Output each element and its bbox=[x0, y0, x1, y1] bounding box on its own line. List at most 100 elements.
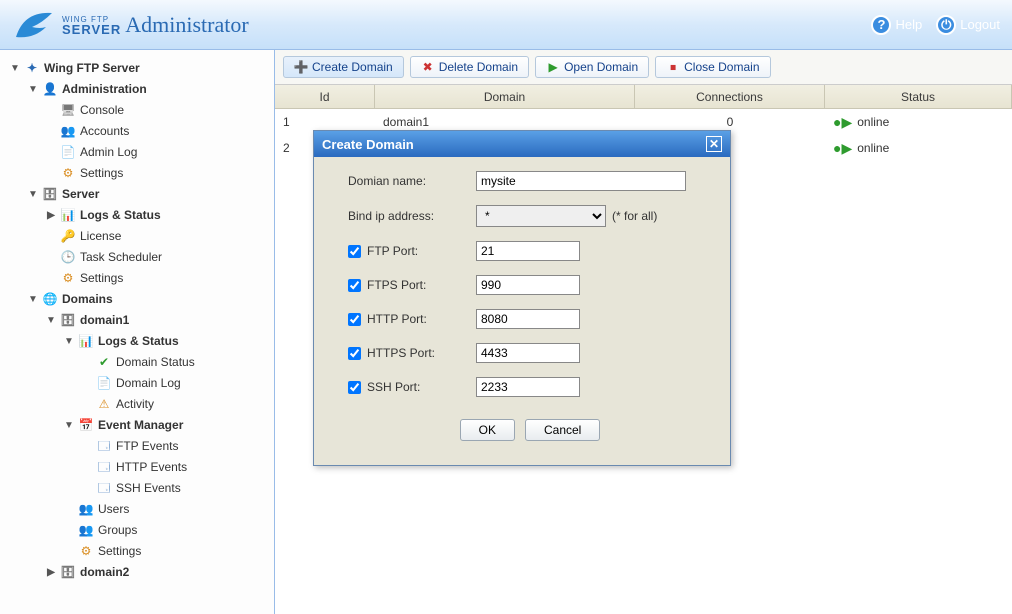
https-port-checkbox[interactable] bbox=[348, 347, 361, 360]
http-port-input[interactable] bbox=[476, 309, 580, 329]
ftp-port-checkbox[interactable] bbox=[348, 245, 361, 258]
tree-license[interactable]: 🔑License bbox=[46, 226, 270, 247]
tree-domain-status-label: Domain Status bbox=[116, 353, 195, 372]
ftps-port-checkbox[interactable] bbox=[348, 279, 361, 292]
open-domain-label: Open Domain bbox=[564, 60, 638, 74]
tree-users-label: Users bbox=[98, 500, 129, 519]
help-button[interactable]: ? Help bbox=[871, 15, 922, 35]
tree-administration[interactable]: ▼👤Administration bbox=[28, 79, 270, 100]
grid-header: Id Domain Connections Status bbox=[275, 85, 1012, 109]
col-status-header[interactable]: Status bbox=[825, 85, 1012, 108]
https-port-input[interactable] bbox=[476, 343, 580, 363]
tree-task-scheduler[interactable]: 🕒Task Scheduler bbox=[46, 247, 270, 268]
tree-d1-settings[interactable]: ⚙Settings bbox=[64, 541, 270, 562]
tree-accounts[interactable]: 👥Accounts bbox=[46, 121, 270, 142]
tree-event-manager[interactable]: ▼📅Event Manager bbox=[64, 415, 270, 436]
main-panel: ➕ Create Domain ✖ Delete Domain ▶ Open Doma… bbox=[275, 50, 1012, 614]
console-icon: 🖥 bbox=[60, 103, 76, 119]
open-domain-button[interactable]: ▶ Open Domain bbox=[535, 56, 649, 78]
scheduler-icon: 🕒 bbox=[60, 250, 76, 266]
tree-server[interactable]: ▼🗄Server bbox=[28, 184, 270, 205]
create-domain-button[interactable]: ➕ Create Domain bbox=[283, 56, 404, 78]
tree-ftp-events-label: FTP Events bbox=[116, 437, 178, 456]
tree-domain-status[interactable]: ✔Domain Status bbox=[82, 352, 270, 373]
ftps-port-label: FTPS Port: bbox=[367, 278, 426, 292]
tree-server-logs-label: Logs & Status bbox=[80, 206, 161, 225]
tree-domain1-label: domain1 bbox=[80, 311, 129, 330]
col-domain-header[interactable]: Domain bbox=[375, 85, 635, 108]
dialog-close-button[interactable]: ✕ bbox=[706, 136, 722, 152]
cell-status-text: online bbox=[857, 115, 889, 129]
log-icon: 📄 bbox=[60, 145, 76, 161]
tree-domains[interactable]: ▼🌐Domains bbox=[28, 289, 270, 310]
domain-name-input[interactable] bbox=[476, 171, 686, 191]
tree-event-manager-label: Event Manager bbox=[98, 416, 183, 435]
tree-admin-log[interactable]: 📄Admin Log bbox=[46, 142, 270, 163]
tree-ssh-events-label: SSH Events bbox=[116, 479, 181, 498]
tree-groups[interactable]: 👥Groups bbox=[64, 520, 270, 541]
close-icon: ✕ bbox=[709, 137, 719, 151]
bind-ip-select[interactable]: * bbox=[476, 205, 606, 227]
tree-admin-settings[interactable]: ⚙Settings bbox=[46, 163, 270, 184]
dialog-titlebar[interactable]: Create Domain ✕ bbox=[314, 131, 730, 157]
window-icon: 🗔 bbox=[96, 439, 112, 455]
tree-http-events[interactable]: 🗔HTTP Events bbox=[82, 457, 270, 478]
tree-server-settings[interactable]: ⚙Settings bbox=[46, 268, 270, 289]
dialog-body: Domian name: Bind ip address: * (* for a… bbox=[314, 157, 730, 465]
tree-domain2[interactable]: ▶🗄domain2 bbox=[46, 562, 270, 583]
ok-button[interactable]: OK bbox=[460, 419, 515, 441]
delete-domain-label: Delete Domain bbox=[439, 60, 518, 74]
bind-ip-label: Bind ip address: bbox=[348, 209, 476, 223]
tree-server-logs[interactable]: ▶📊Logs & Status bbox=[46, 205, 270, 226]
domain-toolbar: ➕ Create Domain ✖ Delete Domain ▶ Open Doma… bbox=[275, 50, 1012, 85]
tree-admin-log-label: Admin Log bbox=[80, 143, 137, 162]
log-icon: 📄 bbox=[96, 376, 112, 392]
create-domain-dialog: Create Domain ✕ Domian name: Bind ip add… bbox=[313, 130, 731, 466]
groups-icon: 👥 bbox=[78, 523, 94, 539]
nav-tree: ▼✦Wing FTP Server ▼👤Administration 🖥Cons… bbox=[0, 50, 275, 614]
tree-console[interactable]: 🖥Console bbox=[46, 100, 270, 121]
tree-d1-logs-status[interactable]: ▼📊Logs & Status bbox=[64, 331, 270, 352]
https-port-label: HTTPS Port: bbox=[367, 346, 435, 360]
domain-name-label: Domian name: bbox=[348, 174, 476, 188]
tree-task-scheduler-label: Task Scheduler bbox=[80, 248, 162, 267]
user-admin-icon: 👤 bbox=[42, 82, 58, 98]
ftps-port-input[interactable] bbox=[476, 275, 580, 295]
ftp-port-label: FTP Port: bbox=[367, 244, 418, 258]
window-icon: 🗔 bbox=[96, 460, 112, 476]
tree-domains-label: Domains bbox=[62, 290, 113, 309]
disk-icon: 🗄 bbox=[60, 313, 76, 329]
logout-icon: ⏻ bbox=[936, 15, 956, 35]
http-port-checkbox[interactable] bbox=[348, 313, 361, 326]
tree-domain1[interactable]: ▼🗄domain1 bbox=[46, 310, 270, 331]
cell-connections: 0 bbox=[635, 115, 825, 129]
help-icon: ? bbox=[871, 15, 891, 35]
ssh-port-checkbox[interactable] bbox=[348, 381, 361, 394]
ssh-port-input[interactable] bbox=[476, 377, 580, 397]
col-id-header[interactable]: Id bbox=[275, 85, 375, 108]
logout-button[interactable]: ⏻ Logout bbox=[936, 15, 1000, 35]
close-domain-button[interactable]: ⏹Close Domain bbox=[655, 56, 770, 78]
delete-domain-button[interactable]: ✖ Delete Domain bbox=[410, 56, 529, 78]
tree-root-label: Wing FTP Server bbox=[44, 59, 140, 78]
tree-activity[interactable]: ⚠Activity bbox=[82, 394, 270, 415]
tree-root[interactable]: ▼✦Wing FTP Server bbox=[10, 58, 270, 79]
tree-admin-settings-label: Settings bbox=[80, 164, 123, 183]
delete-icon: ✖ bbox=[421, 60, 435, 74]
open-icon: ▶ bbox=[546, 60, 560, 74]
app-title: Administrator bbox=[125, 12, 248, 38]
ftp-port-input[interactable] bbox=[476, 241, 580, 261]
tree-domain-log[interactable]: 📄Domain Log bbox=[82, 373, 270, 394]
tree-administration-label: Administration bbox=[62, 80, 147, 99]
tree-users[interactable]: 👥Users bbox=[64, 499, 270, 520]
create-domain-label: Create Domain bbox=[312, 60, 393, 74]
logs-icon: 📊 bbox=[78, 334, 94, 350]
tree-ftp-events[interactable]: 🗔FTP Events bbox=[82, 436, 270, 457]
col-connections-header[interactable]: Connections bbox=[635, 85, 825, 108]
tree-ssh-events[interactable]: 🗔SSH Events bbox=[82, 478, 270, 499]
tree-accounts-label: Accounts bbox=[80, 122, 129, 141]
cancel-button[interactable]: Cancel bbox=[525, 419, 600, 441]
tree-license-label: License bbox=[80, 227, 121, 246]
plus-icon: ➕ bbox=[294, 60, 308, 74]
status-icon: ✔ bbox=[96, 355, 112, 371]
